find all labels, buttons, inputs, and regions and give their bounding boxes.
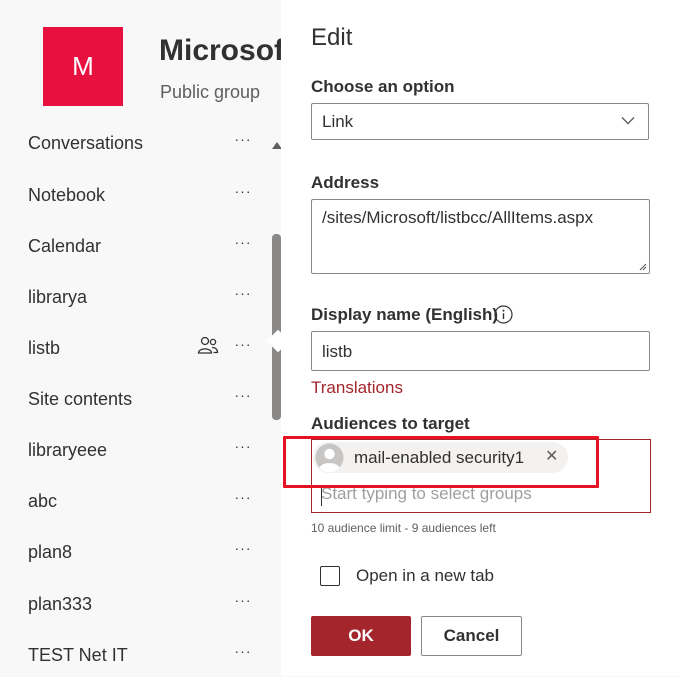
nav-item-libraryeee[interactable]: libraryeee ··· [0, 432, 270, 472]
nav-item-label: Site contents [28, 389, 133, 409]
address-field[interactable]: /sites/Microsoft/listbcc/AllItems.aspx [311, 199, 650, 274]
address-label: Address [311, 173, 380, 192]
nav-item-label: libraryeee [28, 440, 108, 460]
nav-item-conversations[interactable]: Conversations ··· [0, 125, 270, 165]
nav-item-librarya[interactable]: librarya ··· [0, 279, 270, 319]
nav-item-label: Notebook [28, 185, 106, 205]
nav-item-label: plan8 [28, 542, 73, 562]
display-name-value: listb [322, 342, 353, 361]
nav-item-plan333[interactable]: plan333 ··· [0, 586, 270, 626]
option-dropdown-value: Link [322, 112, 354, 131]
option-dropdown[interactable]: Link [311, 103, 649, 140]
more-options-icon[interactable]: ··· [233, 285, 253, 301]
more-options-icon[interactable]: ··· [233, 183, 253, 199]
site-navigation-pane: M Microsoft Public group Conversations ·… [0, 0, 294, 677]
nav-item-label: Calendar [28, 236, 102, 256]
nav-item-plan8[interactable]: plan8 ··· [0, 534, 270, 574]
more-options-icon[interactable]: ··· [233, 438, 253, 454]
nav-item-label: listb [28, 338, 61, 358]
close-icon[interactable]: ✕ [545, 446, 558, 466]
more-options-icon[interactable]: ··· [233, 387, 253, 403]
chevron-down-icon [621, 117, 635, 125]
nav-item-label: abc [28, 491, 58, 511]
audience-search-placeholder[interactable]: Start typing to select groups [321, 484, 532, 504]
site-logo[interactable]: M [43, 27, 123, 106]
more-options-icon[interactable]: ··· [233, 234, 253, 250]
audience-limit-text: 10 audience limit - 9 audiences left [311, 521, 496, 535]
site-logo-letter: M [72, 51, 94, 81]
info-icon[interactable] [494, 305, 513, 324]
nav-item-label: TEST Net IT [28, 645, 128, 665]
nav-item-label: Conversations [28, 133, 144, 153]
more-options-icon[interactable]: ··· [233, 540, 253, 556]
nav-item-label: plan333 [28, 594, 93, 614]
audience-picker[interactable]: mail-enabled security1 ✕ Start typing to… [311, 439, 651, 513]
open-new-tab-checkbox[interactable] [320, 566, 340, 586]
edit-link-panel: Edit Choose an option Link Address /site… [281, 0, 681, 676]
more-options-icon[interactable]: ··· [233, 131, 253, 147]
panel-title: Edit [311, 24, 353, 51]
nav-scrollbar-thumb[interactable] [272, 234, 281, 420]
nav-item-label: librarya [28, 287, 88, 307]
display-name-field[interactable]: listb [311, 331, 650, 371]
ok-button[interactable]: OK [311, 616, 411, 656]
site-title[interactable]: Microsoft [159, 34, 294, 68]
address-value: /sites/Microsoft/listbcc/AllItems.aspx [322, 208, 594, 227]
more-options-icon[interactable]: ··· [233, 489, 253, 505]
display-name-label: Display name (English) [311, 305, 499, 324]
more-options-icon[interactable]: ··· [233, 643, 253, 659]
resize-grip-icon[interactable] [637, 261, 647, 271]
more-options-icon[interactable]: ··· [233, 592, 253, 608]
people-audience-icon [197, 336, 219, 354]
audience-chip-name: mail-enabled security1 [354, 448, 525, 467]
avatar [315, 443, 344, 472]
nav-item-abc[interactable]: abc ··· [0, 483, 270, 523]
translations-link[interactable]: Translations [311, 378, 403, 398]
more-options-icon[interactable]: ··· [233, 336, 253, 352]
audiences-label: Audiences to target [311, 414, 470, 433]
nav-item-listb[interactable]: listb ··· [0, 330, 270, 370]
option-label: Choose an option [311, 77, 455, 96]
site-subtitle: Public group [160, 82, 261, 102]
nav-item-site-contents[interactable]: Site contents ··· [0, 381, 270, 421]
nav-item-test-net-it[interactable]: TEST Net IT ··· [0, 637, 270, 677]
open-new-tab-label[interactable]: Open in a new tab [356, 566, 494, 586]
nav-item-notebook[interactable]: Notebook ··· [0, 177, 270, 217]
text-cursor [321, 485, 322, 506]
audience-chip[interactable]: mail-enabled security1 ✕ [313, 442, 568, 473]
cancel-button[interactable]: Cancel [421, 616, 522, 656]
nav-item-calendar[interactable]: Calendar ··· [0, 228, 270, 268]
